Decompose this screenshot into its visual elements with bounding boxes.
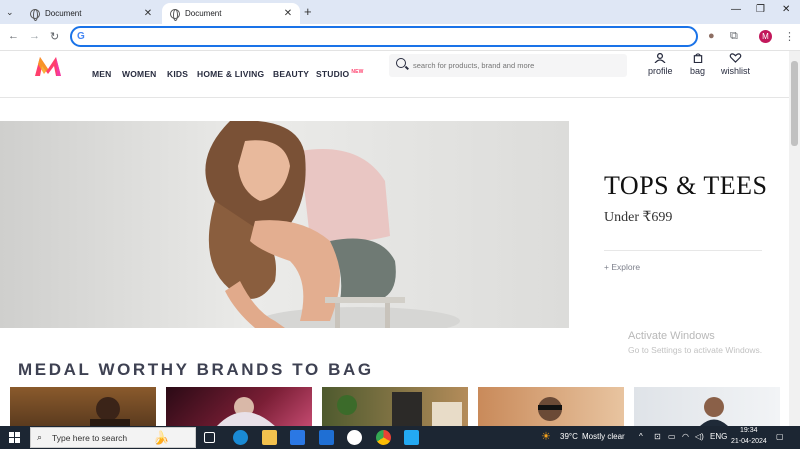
bag-icon xyxy=(693,53,702,63)
maximize-icon[interactable]: ❐ xyxy=(756,4,765,15)
clock-time[interactable]: 19:34 xyxy=(740,427,758,434)
brand-card-3[interactable] xyxy=(322,387,468,426)
hero-photo xyxy=(0,121,569,328)
profile-label: profile xyxy=(648,66,673,76)
new-tab-button[interactable]: + xyxy=(304,4,312,19)
activate-windows-subtitle: Go to Settings to activate Windows. xyxy=(628,345,763,355)
minimize-icon[interactable]: — xyxy=(731,4,741,15)
google-icon: G xyxy=(77,31,85,42)
windows-start-icon[interactable] xyxy=(9,432,20,443)
hero-text-block: TOPS & TEES Under ₹699 xyxy=(604,171,767,226)
page-scrollbar[interactable] xyxy=(789,51,800,426)
network-icon[interactable]: ⊡ xyxy=(654,432,661,441)
browser-toolbar: ← → ↻ G ● ⧉ ⋮ xyxy=(0,24,800,51)
nav-studio-label: STUDIO xyxy=(316,69,350,79)
menu-icon[interactable]: ⋮ xyxy=(784,30,795,43)
reload-icon[interactable]: ↻ xyxy=(50,30,59,43)
tab-close-icon[interactable]: ✕ xyxy=(142,8,154,19)
volume-icon[interactable]: ◁) xyxy=(695,432,704,441)
weather-temp: 39°C xyxy=(560,432,578,441)
brand-card-image xyxy=(700,397,728,426)
github-icon[interactable] xyxy=(347,430,362,445)
extension-icon[interactable]: ● xyxy=(708,30,715,42)
chrome-icon[interactable] xyxy=(376,430,391,445)
nav-kids[interactable]: KIDS xyxy=(167,69,188,79)
brand-card-image xyxy=(217,397,275,426)
hero-banner-image[interactable] xyxy=(0,121,569,328)
tab-close-icon[interactable]: ✕ xyxy=(282,8,294,19)
vscode-icon[interactable] xyxy=(404,430,419,445)
hero-title: TOPS & TEES xyxy=(604,171,768,200)
section-title: MEDAL WORTHY BRANDS TO BAG xyxy=(18,360,374,379)
tray-chevron-icon[interactable]: ^ xyxy=(639,432,643,441)
nav-women[interactable]: WOMEN xyxy=(122,69,157,79)
task-view-icon[interactable] xyxy=(204,432,215,443)
language-indicator[interactable]: ENG xyxy=(710,432,727,441)
address-input[interactable] xyxy=(92,30,687,44)
wifi-icon[interactable]: ◠ xyxy=(682,432,689,441)
hero-divider xyxy=(604,250,762,251)
edge-icon[interactable] xyxy=(233,430,248,445)
forward-icon[interactable]: → xyxy=(29,30,40,42)
scrollbar-thumb[interactable] xyxy=(791,61,798,146)
nav-home-living[interactable]: HOME & LIVING xyxy=(197,69,264,79)
file-explorer-icon[interactable] xyxy=(262,430,277,445)
battery-icon[interactable]: ▭ xyxy=(668,432,676,441)
windows-taskbar: ⌕ Type here to search 🍌 ☀ 39°C Mostly cl… xyxy=(0,426,800,449)
tab-title: Document xyxy=(185,9,222,18)
notification-icon[interactable]: ▢ xyxy=(776,432,784,441)
myntra-logo[interactable] xyxy=(33,54,63,78)
browser-tab-strip: ⌄ Document ✕ Document ✕ + — ❐ ✕ xyxy=(0,0,800,24)
explore-link[interactable]: + Explore xyxy=(604,262,640,272)
brand-card-1[interactable] xyxy=(10,387,156,426)
heart-icon xyxy=(729,53,742,63)
browser-tab-2[interactable]: Document ✕ xyxy=(162,3,300,24)
globe-icon xyxy=(30,8,40,21)
wishlist-button[interactable]: wishlist xyxy=(721,53,750,76)
brand-card-image xyxy=(337,392,462,426)
taskbar-search[interactable]: ⌕ Type here to search 🍌 xyxy=(30,427,196,448)
brand-card-image xyxy=(90,397,130,426)
bag-button[interactable]: bag xyxy=(690,53,705,76)
globe-icon xyxy=(170,8,180,21)
web-page: MEN WOMEN KIDS HOME & LIVING BEAUTY STUD… xyxy=(0,51,789,426)
search-input[interactable] xyxy=(413,57,618,74)
brand-card-2[interactable] xyxy=(166,387,312,426)
profile-icon xyxy=(654,53,666,63)
search-box[interactable] xyxy=(389,54,627,77)
wishlist-label: wishlist xyxy=(721,66,751,76)
taskbar-search-placeholder: Type here to search xyxy=(52,433,128,443)
search-icon xyxy=(396,58,406,68)
clock-date[interactable]: 21-04-2024 xyxy=(731,438,767,445)
profile-button[interactable]: profile xyxy=(648,53,673,76)
browser-tab-1[interactable]: Document ✕ xyxy=(22,3,160,24)
mail-icon[interactable] xyxy=(319,430,334,445)
hero-subtitle: Under ₹699 xyxy=(604,210,673,225)
profile-avatar[interactable]: M xyxy=(759,30,772,43)
brand-card-4[interactable] xyxy=(478,387,624,426)
store-icon[interactable] xyxy=(290,430,305,445)
site-header: MEN WOMEN KIDS HOME & LIVING BEAUTY STUD… xyxy=(0,51,789,98)
bananas-icon: 🍌 xyxy=(153,430,170,445)
nav-beauty[interactable]: BEAUTY xyxy=(273,69,309,79)
weather-text: Mostly clear xyxy=(582,432,625,441)
window-close-icon[interactable]: ✕ xyxy=(782,4,790,15)
bag-label: bag xyxy=(690,66,706,76)
new-badge: NEW xyxy=(351,69,364,76)
brand-card-image xyxy=(538,397,562,421)
search-icon: ⌕ xyxy=(37,432,43,442)
nav-studio[interactable]: STUDIO NEW xyxy=(316,69,364,79)
tab-title: Document xyxy=(45,9,82,18)
weather-icon: ☀ xyxy=(541,431,551,443)
brand-card-5[interactable] xyxy=(634,387,780,426)
puzzle-icon[interactable]: ⧉ xyxy=(730,30,738,43)
address-bar[interactable]: G xyxy=(70,26,698,47)
activate-windows-title: Activate Windows xyxy=(628,330,715,342)
tab-search-icon[interactable]: ⌄ xyxy=(6,7,14,18)
nav-men[interactable]: MEN xyxy=(92,69,112,79)
back-icon[interactable]: ← xyxy=(8,30,19,42)
